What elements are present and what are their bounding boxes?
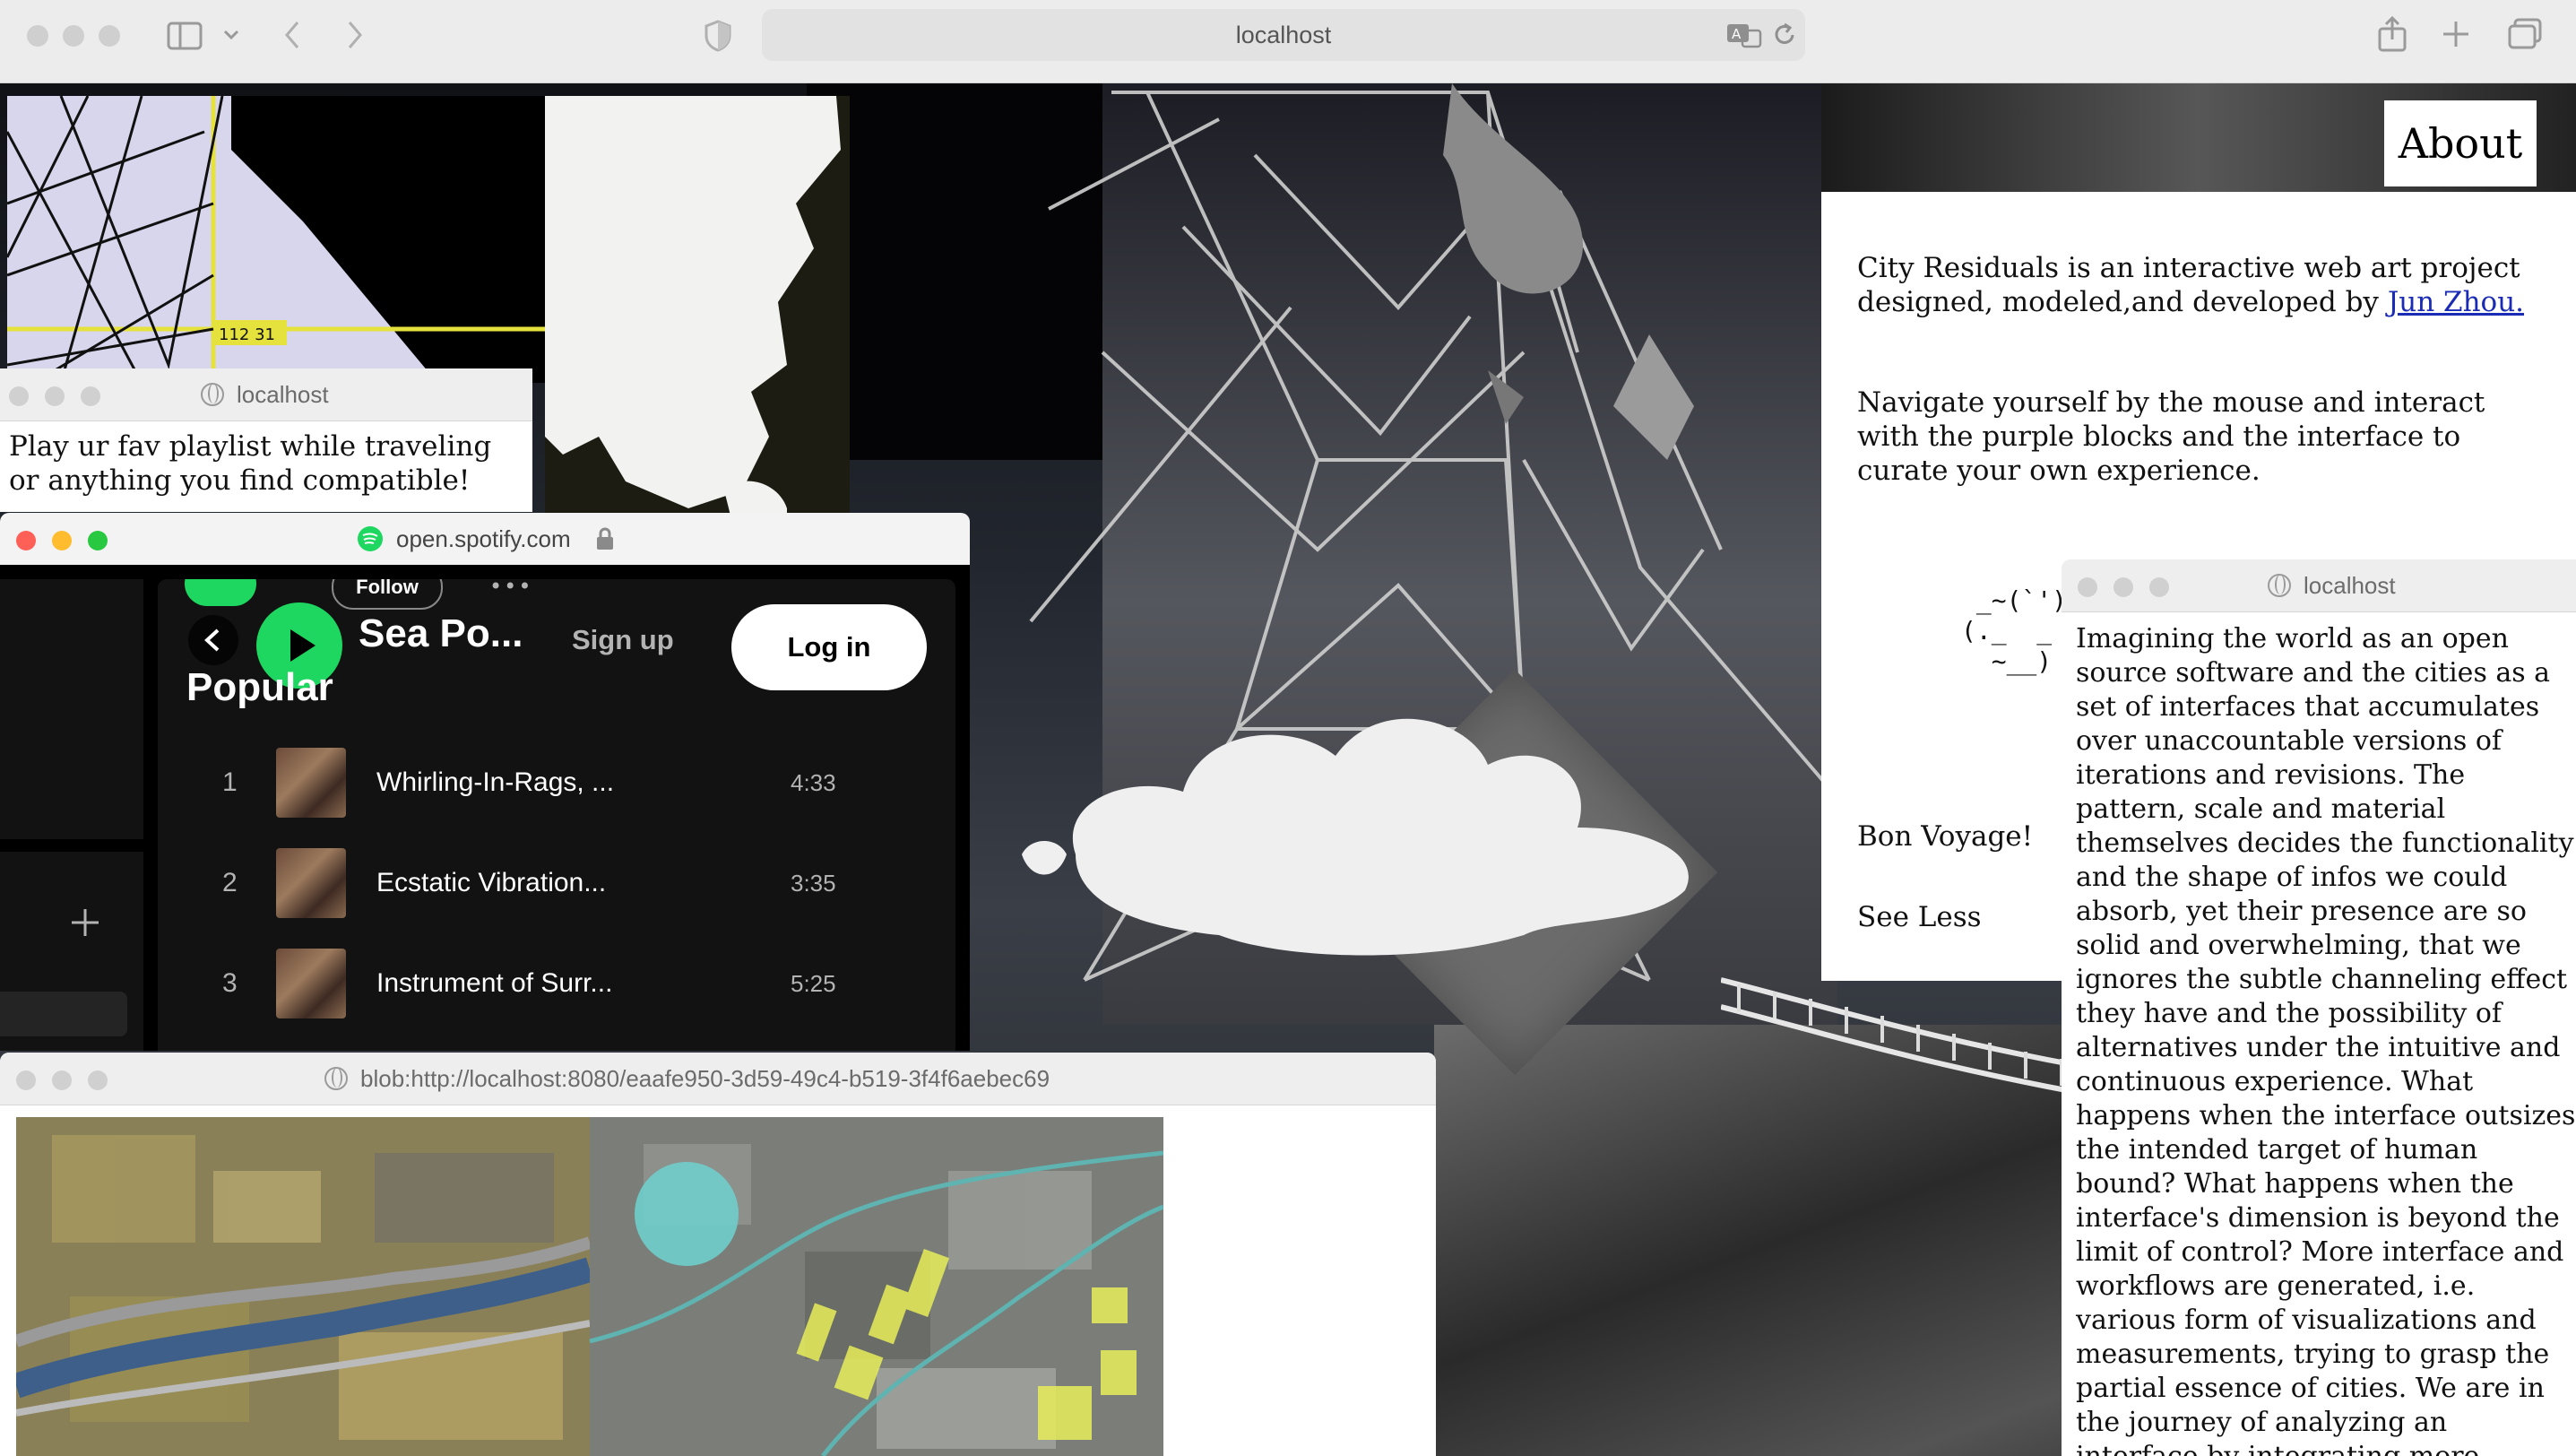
spotify-window-title: open.spotify.com	[396, 525, 571, 552]
window-minimize-button[interactable]	[52, 531, 72, 550]
track-row[interactable]: 1 Whirling-In-Rags, ... 4:33	[158, 739, 955, 828]
track-duration: 4:33	[791, 769, 836, 796]
window-zoom-button[interactable]	[99, 25, 120, 47]
spotify-content: Follow ••• Sea Po... Sign up Log in Popu…	[0, 565, 970, 1051]
ascii-art-line-2: (._ _	[1961, 616, 2053, 646]
spotify-window: open.spotify.com Follow ••• Sea Po... Si…	[0, 513, 970, 1051]
window-minimize-button[interactable]	[63, 25, 84, 47]
track-number: 1	[222, 767, 238, 797]
window-minimize-button[interactable]	[2114, 577, 2133, 597]
see-less-link[interactable]: See Less	[1857, 900, 2036, 934]
author-link[interactable]: Jun Zhou.	[2388, 286, 2524, 318]
window-close-button[interactable]	[16, 1070, 36, 1090]
playlist-window-title: localhost	[237, 381, 329, 408]
tab-overview-icon[interactable]	[2508, 18, 2544, 50]
track-title[interactable]: Whirling-In-Rags, ...	[376, 767, 614, 798]
track-number: 3	[222, 968, 238, 998]
playlist-window: localhost Play ur fav playlist while tra…	[0, 368, 532, 512]
window-close-button[interactable]	[16, 531, 36, 550]
window-close-button[interactable]	[9, 386, 29, 406]
share-icon[interactable]	[2377, 16, 2407, 52]
log-in-button[interactable]: Log in	[731, 604, 927, 690]
window-close-button[interactable]	[2078, 577, 2097, 597]
back-icon[interactable]	[283, 20, 301, 50]
track-row[interactable]: 2 Ecstatic Vibration... 3:35	[158, 839, 955, 929]
farewell-text: Bon Voyage!	[1857, 820, 2034, 853]
popular-heading: Popular	[186, 665, 333, 709]
satellite-map-image[interactable]	[16, 1117, 1163, 1456]
window-minimize-button[interactable]	[52, 1070, 72, 1090]
globe-icon	[201, 383, 224, 406]
track-cover-image	[276, 949, 346, 1018]
play-button-shadow	[185, 579, 256, 606]
map-window: blob:http://localhost:8080/eaafe950-3d59…	[0, 1053, 1436, 1456]
translate-icon[interactable]: A	[1726, 22, 1762, 48]
globe-icon	[324, 1067, 348, 1090]
track-row[interactable]: 3 Instrument of Surr... 5:25	[158, 940, 955, 1029]
new-tab-icon[interactable]	[2442, 20, 2470, 48]
add-icon[interactable]	[70, 907, 100, 938]
lock-icon	[597, 527, 613, 550]
reload-icon[interactable]	[1771, 22, 1798, 48]
sign-up-button[interactable]: Sign up	[572, 624, 674, 656]
chevron-left-icon	[204, 628, 220, 652]
follow-button[interactable]: Follow	[332, 579, 443, 610]
spotify-main: Follow ••• Sea Po... Sign up Log in Popu…	[158, 579, 955, 1051]
sidebar-item[interactable]	[0, 992, 127, 1036]
playlist-prompt-text: Play ur fav playlist while traveling or …	[9, 430, 492, 497]
forward-icon[interactable]	[346, 20, 364, 50]
browser-toolbar: localhost A	[0, 0, 2576, 83]
sidebar-top-panel	[0, 579, 143, 852]
about-navigate-text: Navigate yourself by the mouse and inter…	[1857, 386, 2485, 487]
back-button[interactable]	[188, 615, 238, 665]
window-zoom-button[interactable]	[81, 386, 100, 406]
white-cloud	[1022, 718, 1689, 956]
essay-window-titlebar: localhost	[2062, 559, 2576, 612]
track-duration: 5:25	[791, 970, 836, 997]
window-close-button[interactable]	[27, 25, 48, 47]
tower-sign-label: 112 31	[219, 325, 275, 344]
tower-wireframe: 112 31	[5, 95, 545, 385]
map-window-title: blob:http://localhost:8080/eaafe950-3d59…	[360, 1065, 1050, 1092]
window-zoom-button[interactable]	[88, 531, 108, 550]
track-number: 2	[222, 868, 238, 897]
essay-text: Imagining the world as an open source so…	[2076, 623, 2576, 1456]
playlist-window-titlebar: localhost	[0, 368, 532, 421]
window-minimize-button[interactable]	[45, 386, 65, 406]
track-title[interactable]: Ecstatic Vibration...	[376, 868, 606, 898]
svg-text:A: A	[1732, 26, 1742, 42]
artist-name: Sea Po...	[359, 611, 523, 655]
spotify-sidebar	[0, 579, 143, 1051]
window-zoom-button[interactable]	[2149, 577, 2169, 597]
chevron-down-icon[interactable]	[222, 29, 240, 41]
essay-window-title: localhost	[2304, 572, 2396, 599]
globe-icon	[2268, 574, 2291, 597]
about-intro: City Residuals is an interactive web art…	[1857, 251, 2538, 319]
about-button[interactable]: About	[2384, 100, 2537, 186]
spotify-logo-icon	[358, 526, 383, 551]
sidebar-icon[interactable]	[167, 22, 203, 50]
privacy-shield-icon[interactable]	[705, 20, 731, 52]
highlight-circle[interactable]	[635, 1162, 739, 1266]
ascii-art-line-3: ~__)	[1961, 646, 2053, 676]
track-cover-image	[276, 848, 346, 918]
track-cover-image	[276, 748, 346, 818]
more-options-button[interactable]: •••	[489, 579, 532, 599]
map-window-titlebar: blob:http://localhost:8080/eaafe950-3d59…	[0, 1053, 1436, 1105]
track-duration: 3:35	[791, 870, 836, 897]
essay-window: localhost Imagining the world as an open…	[2062, 559, 2576, 1456]
track-title[interactable]: Instrument of Surr...	[376, 968, 612, 999]
window-zoom-button[interactable]	[88, 1070, 108, 1090]
spotify-window-titlebar: open.spotify.com	[0, 513, 970, 566]
address-bar-text: localhost	[1235, 22, 1332, 48]
address-bar[interactable]: localhost A	[762, 9, 1805, 61]
tower-photo: 112 31	[5, 95, 545, 385]
